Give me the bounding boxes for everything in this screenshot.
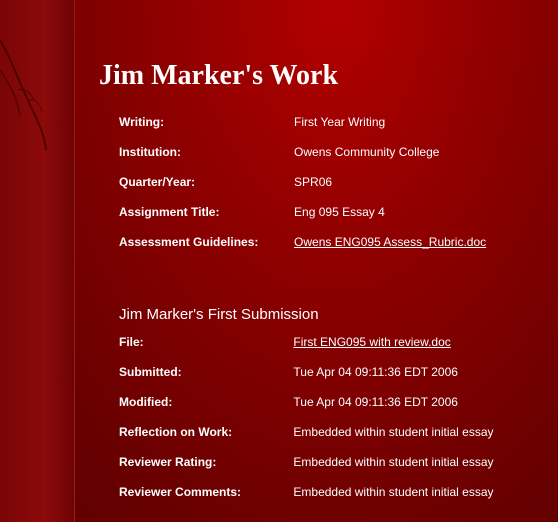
info-row-institution: Institution: Owens Community College bbox=[119, 137, 549, 167]
submission-row-reflection: Reflection on Work: Embedded within stud… bbox=[119, 417, 549, 447]
submission-value: First ENG095 with review.doc bbox=[293, 327, 549, 357]
submission-value: Embedded within student initial essay bbox=[293, 425, 494, 439]
work-details: Jim Marker's Work Writing: First Year Wr… bbox=[99, 58, 549, 507]
info-label: Institution: bbox=[119, 145, 181, 159]
submission-file-link[interactable]: First ENG095 with review.doc bbox=[293, 335, 450, 349]
submission-row-reviewer-comments: Reviewer Comments: Embedded within stude… bbox=[119, 477, 549, 507]
submission-value: Embedded within student initial essay bbox=[293, 455, 494, 469]
branch-decoration-icon bbox=[0, 39, 47, 151]
submission-label: Reflection on Work: bbox=[119, 425, 233, 439]
info-row-assessment-guidelines: Assessment Guidelines: Owens ENG095 Asse… bbox=[119, 227, 549, 257]
submission-value: Tue Apr 04 09:11:36 EDT 2006 bbox=[293, 365, 458, 379]
info-row-writing: Writing: First Year Writing bbox=[119, 107, 549, 137]
info-value: SPR06 bbox=[294, 175, 333, 189]
submission-value: Tue Apr 04 09:11:36 EDT 2006 bbox=[293, 395, 458, 409]
info-label: Quarter/Year: bbox=[119, 175, 196, 189]
submission-table: File: First ENG095 with review.doc Submi… bbox=[119, 327, 549, 507]
info-value: Eng 095 Essay 4 bbox=[294, 205, 385, 219]
decorative-side-strip bbox=[0, 0, 75, 522]
info-value: First Year Writing bbox=[294, 115, 386, 129]
submission-heading: Jim Marker's First Submission bbox=[119, 306, 319, 323]
submission-label: File: bbox=[119, 335, 144, 349]
submission-row-submitted: Submitted: Tue Apr 04 09:11:36 EDT 2006 bbox=[119, 357, 549, 387]
submission-label: Reviewer Rating: bbox=[119, 455, 217, 469]
info-row-assignment-title: Assignment Title: Eng 095 Essay 4 bbox=[119, 197, 549, 227]
info-label: Writing: bbox=[119, 115, 165, 129]
submission-label: Reviewer Comments: bbox=[119, 485, 242, 499]
info-label: Assignment Title: bbox=[119, 205, 220, 219]
assessment-guidelines-link[interactable]: Owens ENG095 Assess_Rubric.doc bbox=[294, 235, 486, 249]
info-row-quarter-year: Quarter/Year: SPR06 bbox=[119, 167, 549, 197]
submission-value: Embedded within student initial essay bbox=[293, 485, 494, 499]
work-info-table: Writing: First Year Writing Institution:… bbox=[119, 107, 549, 257]
submission-row-reviewer-rating: Reviewer Rating: Embedded within student… bbox=[119, 447, 549, 477]
submission-label: Modified: bbox=[119, 395, 173, 409]
info-label: Assessment Guidelines: bbox=[119, 235, 259, 249]
info-value: Owens Community College bbox=[294, 145, 440, 159]
info-value: Owens ENG095 Assess_Rubric.doc bbox=[294, 227, 549, 257]
submission-row-modified: Modified: Tue Apr 04 09:11:36 EDT 2006 bbox=[119, 387, 549, 417]
page-title: Jim Marker's Work bbox=[99, 60, 339, 91]
submission-label: Submitted: bbox=[119, 365, 182, 379]
submission-row-file: File: First ENG095 with review.doc bbox=[119, 327, 549, 357]
